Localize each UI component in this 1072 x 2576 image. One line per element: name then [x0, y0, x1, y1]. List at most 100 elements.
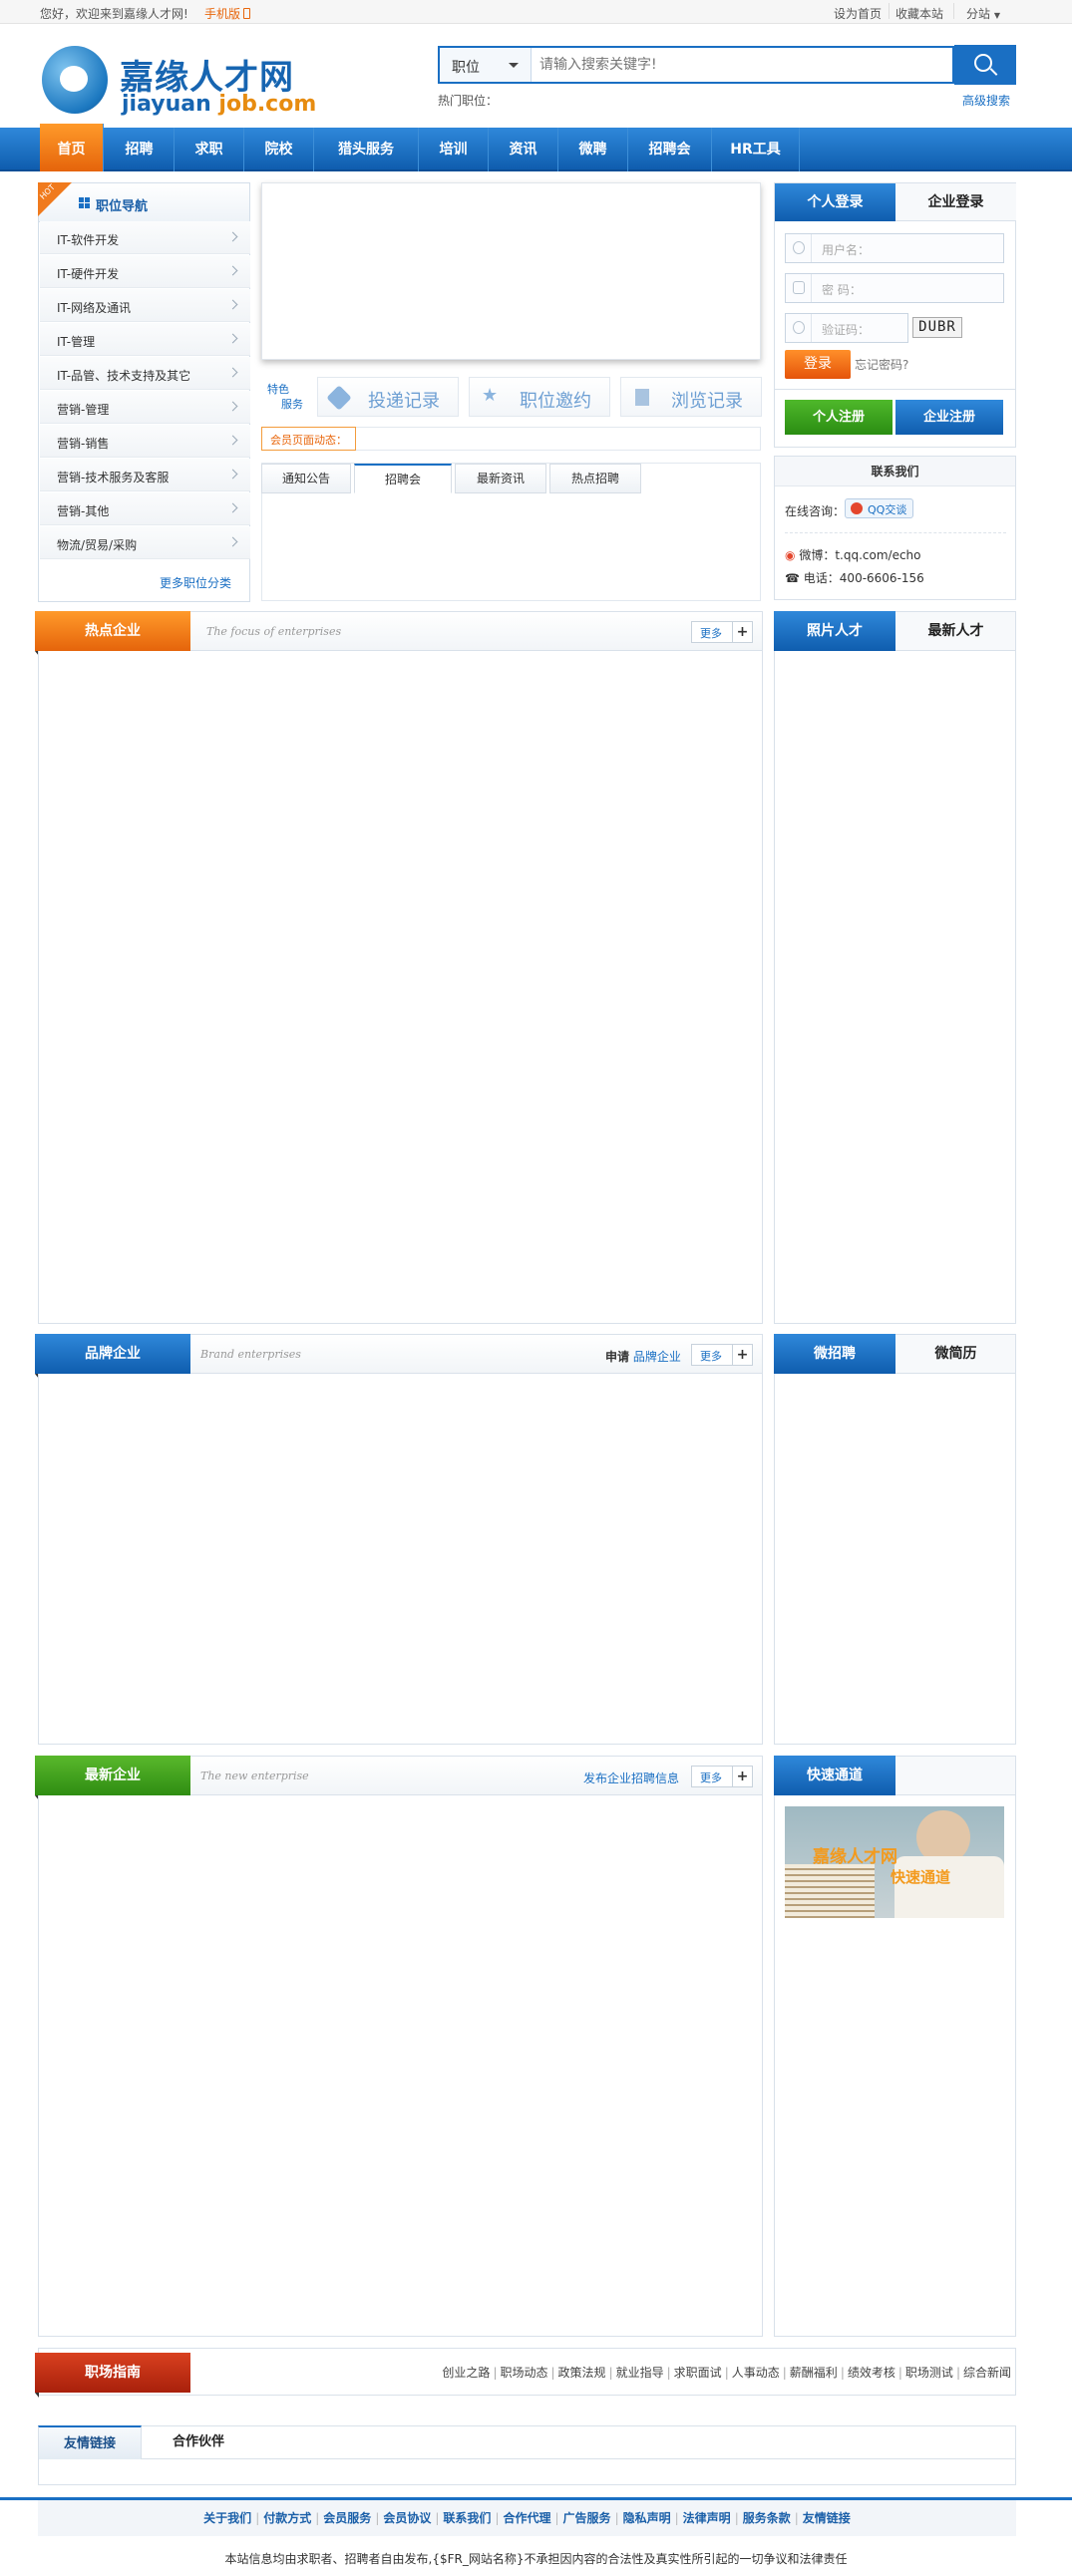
footer-link[interactable]: 合作代理: [503, 2511, 550, 2525]
tab-notices[interactable]: 通知公告: [261, 464, 351, 493]
forgot-password-link[interactable]: 忘记密码?: [855, 356, 908, 373]
apply-brand-link[interactable]: 品牌企业: [633, 1350, 681, 1364]
talent-tabs: 照片人才 最新人才: [774, 611, 1016, 657]
delivery-record-button[interactable]: 投递记录: [317, 377, 459, 417]
welcome-text: 您好，欢迎来到嘉缘人才网!: [40, 7, 188, 21]
nav-hr-tools[interactable]: HR工具: [712, 128, 800, 171]
hot-enterprises-header: 热点企业 The focus of enterprises 更多 +: [35, 611, 763, 656]
footer-link[interactable]: 服务条款: [743, 2511, 791, 2525]
more-button[interactable]: 更多 +: [691, 621, 753, 643]
logo-en-a: jiayuan: [122, 92, 219, 117]
nav-schools[interactable]: 院校: [244, 128, 314, 171]
tab-latest-talent[interactable]: 最新人才: [895, 611, 1016, 651]
guide-link[interactable]: 就业指导: [616, 2366, 664, 2380]
job-nav-item[interactable]: IT-品管、技术支持及其它: [40, 357, 250, 390]
footer-link[interactable]: 联系我们: [443, 2511, 491, 2525]
tab-job-fair[interactable]: 招聘会: [354, 464, 452, 493]
job-nav-item[interactable]: 营销-技术服务及客服: [40, 459, 250, 491]
job-invitation-button[interactable]: ★ 职位邀约: [469, 377, 610, 417]
guide-link[interactable]: 薪酬福利: [790, 2366, 838, 2380]
footer-link[interactable]: 关于我们: [203, 2511, 251, 2525]
nav-news[interactable]: 资讯: [489, 128, 558, 171]
search-category-select[interactable]: 职位: [440, 48, 532, 82]
substation-dropdown[interactable]: 分站 ▼: [966, 5, 1000, 22]
nav-home[interactable]: 首页: [40, 124, 104, 171]
nav-recruit[interactable]: 招聘: [105, 128, 175, 171]
tab-latest-news[interactable]: 最新资讯: [455, 464, 546, 493]
captcha-field[interactable]: 验证码：: [785, 313, 908, 343]
tab-fast-channel[interactable]: 快速通道: [774, 1756, 895, 1801]
footer-link[interactable]: 隐私声明: [623, 2511, 671, 2525]
nav-headhunter[interactable]: 猎头服务: [314, 128, 419, 171]
nav-job-fair[interactable]: 招聘会: [628, 128, 712, 171]
guide-link[interactable]: 政策法规: [558, 2366, 606, 2380]
footer-link[interactable]: 法律声明: [683, 2511, 731, 2525]
footer-link[interactable]: 会员协议: [383, 2511, 431, 2525]
banner-slideshow[interactable]: [261, 182, 761, 360]
star-icon: ★: [482, 385, 499, 406]
tab-company-login[interactable]: 企业登录: [895, 183, 1016, 221]
login-button[interactable]: 登录: [785, 350, 851, 379]
guide-link[interactable]: 职场测试: [905, 2366, 953, 2380]
search-button[interactable]: [954, 45, 1016, 85]
set-home-link[interactable]: 设为首页: [834, 5, 882, 22]
guide-link[interactable]: 创业之路: [442, 2366, 490, 2380]
browse-record-button[interactable]: 浏览记录: [620, 377, 762, 417]
new-enterprises-title: 最新企业: [35, 1756, 190, 1800]
tab-micro-recruit[interactable]: 微招聘: [774, 1334, 895, 1380]
password-field[interactable]: 密 码：: [785, 273, 1004, 303]
username-field[interactable]: 用户名：: [785, 233, 1004, 263]
footer-link[interactable]: 会员服务: [323, 2511, 371, 2525]
tab-partners[interactable]: 合作伙伴: [159, 2425, 238, 2459]
register-row: 个人注册 企业注册: [774, 390, 1016, 448]
mobile-version-link[interactable]: 手机版: [204, 5, 251, 22]
search-input[interactable]: [539, 48, 938, 82]
captcha-image[interactable]: DUBR: [912, 317, 962, 338]
guide-link[interactable]: 求职面试: [674, 2366, 722, 2380]
nav-micro-recruit[interactable]: 微聘: [558, 128, 628, 171]
hot-jobs-label: 热门职位：: [438, 94, 499, 108]
advanced-search-link[interactable]: 高级搜索: [962, 92, 1010, 109]
service-label: 投递记录: [368, 391, 440, 412]
more-button[interactable]: 更多 +: [691, 1766, 753, 1787]
bookmark-link[interactable]: 收藏本站: [895, 5, 943, 22]
register-company-button[interactable]: 企业注册: [895, 400, 1003, 435]
weibo-value[interactable]: t.qq.com/echo: [835, 548, 920, 562]
tab-hot-recruit[interactable]: 热点招聘: [549, 464, 641, 493]
username-placeholder: 用户名：: [822, 243, 871, 257]
job-nav-item[interactable]: 营销-销售: [40, 425, 250, 458]
logo-icon[interactable]: [42, 46, 108, 114]
new-enterprises-header: 最新企业 The new enterprise 发布企业招聘信息 更多 +: [35, 1756, 763, 1800]
nav-training[interactable]: 培训: [419, 128, 489, 171]
contact-title: 联系我们: [775, 457, 1015, 486]
qq-chat-button[interactable]: QQ交谈: [845, 498, 914, 518]
footer-link[interactable]: 友情链接: [803, 2511, 851, 2525]
more-job-categories-link[interactable]: 更多职位分类: [160, 574, 231, 591]
tab-personal-login[interactable]: 个人登录: [775, 183, 895, 221]
footer-link[interactable]: 广告服务: [563, 2511, 611, 2525]
tab-photo-talent[interactable]: 照片人才: [774, 611, 895, 657]
job-nav-item[interactable]: 物流/贸易/采购: [40, 526, 250, 559]
job-nav-item[interactable]: IT-硬件开发: [40, 255, 250, 288]
guide-link[interactable]: 人事动态: [732, 2366, 780, 2380]
tab-micro-resume[interactable]: 微简历: [895, 1334, 1016, 1374]
job-nav-item[interactable]: IT-软件开发: [40, 221, 250, 254]
publish-job-link[interactable]: 发布企业招聘信息: [583, 1770, 679, 1786]
register-personal-button[interactable]: 个人注册: [785, 400, 893, 435]
job-nav-item[interactable]: 营销-其他: [40, 492, 250, 525]
divider: [785, 532, 1006, 533]
tab-friend-links[interactable]: 友情链接: [38, 2425, 142, 2459]
job-nav-item[interactable]: IT-网络及通讯: [40, 289, 250, 322]
search-bar: 职位: [438, 46, 954, 84]
substation-label: 分站: [966, 7, 991, 21]
nav-job-seek[interactable]: 求职: [175, 128, 244, 171]
user-icon: [786, 234, 812, 262]
fast-channel-ad[interactable]: 嘉缘人才网 快速通道: [785, 1806, 1004, 1918]
footer-link[interactable]: 付款方式: [263, 2511, 311, 2525]
guide-link[interactable]: 绩效考核: [848, 2366, 895, 2380]
guide-link[interactable]: 综合新闻: [963, 2366, 1011, 2380]
guide-link[interactable]: 职场动态: [500, 2366, 547, 2380]
more-button[interactable]: 更多 +: [691, 1344, 753, 1366]
job-nav-item[interactable]: IT-管理: [40, 323, 250, 356]
job-nav-item[interactable]: 营销-管理: [40, 391, 250, 424]
